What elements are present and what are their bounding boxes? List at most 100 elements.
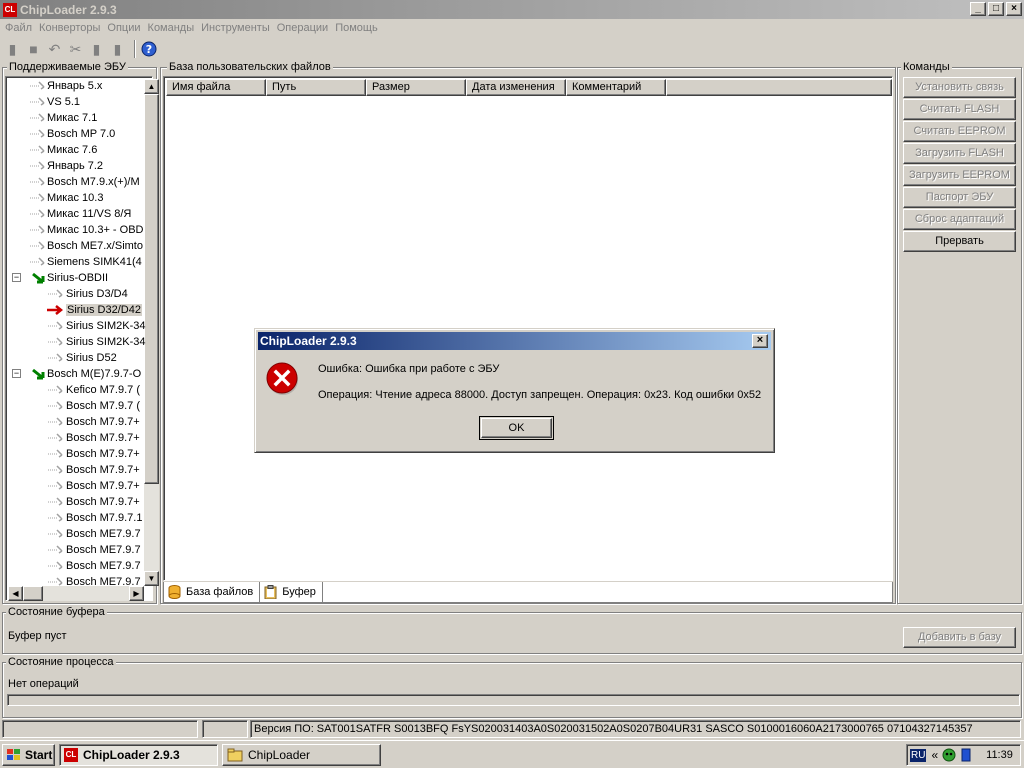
tree-item[interactable]: Bosch ME7.9.7	[66, 574, 141, 590]
folder-icon	[227, 748, 243, 762]
tree-item[interactable]: Январь 5.x	[47, 78, 102, 94]
paste-icon[interactable]: ▮	[109, 41, 126, 58]
tree-item[interactable]: Bosch M7.9.7.1	[66, 510, 142, 526]
scroll-up-button[interactable]: ▲	[144, 79, 159, 94]
dialog-close-button[interactable]: ×	[752, 334, 768, 348]
tab-file-db[interactable]: База файлов	[164, 582, 261, 602]
tree-item[interactable]: Bosch M7.9.7+	[66, 430, 140, 446]
write-flash-button[interactable]: Загрузить FLASH	[903, 143, 1016, 164]
tree-item[interactable]: Sirius SIM2K-34	[66, 334, 145, 350]
minimize-button[interactable]: _	[970, 2, 986, 16]
tree-item[interactable]: Bosch M7.9.7+	[66, 446, 140, 462]
tree-item[interactable]: Микас 7.1	[47, 110, 97, 126]
menu-tools[interactable]: Инструменты	[198, 22, 273, 34]
tree-item[interactable]: Bosch MP 7.0	[47, 126, 115, 142]
task-chiploader[interactable]: ChipLoader	[222, 744, 381, 766]
tree-item[interactable]: Siemens SIMK41(4	[47, 254, 142, 270]
write-eeprom-button[interactable]: Загрузить EEPROM	[903, 165, 1016, 186]
tree-item[interactable]: Bosch M7.9.7 (	[66, 398, 140, 414]
read-flash-button[interactable]: Считать FLASH	[903, 99, 1016, 120]
tree-item[interactable]: Январь 7.2	[47, 158, 103, 174]
tree-item[interactable]: Микас 10.3+ - OBD	[47, 222, 143, 238]
tree-item[interactable]: Микас 11/VS 8/Я	[47, 206, 131, 222]
cut-icon[interactable]: ✂	[67, 41, 84, 58]
help-icon[interactable]: ?	[140, 41, 157, 58]
dialog-title-bar[interactable]: ChipLoader 2.9.3 ×	[258, 332, 771, 350]
tree-item[interactable]: Микас 10.3	[47, 190, 103, 206]
tree-item[interactable]: Bosch M7.9.7+	[66, 462, 140, 478]
tray-expand-icon[interactable]: «	[931, 748, 938, 762]
scroll-left-button[interactable]: ◀	[8, 586, 23, 601]
column-size[interactable]: Размер	[366, 79, 466, 96]
tree-item-label: Bosch ME7.9.7	[66, 544, 141, 556]
tree-item[interactable]: Sirius D32/D42	[66, 302, 142, 318]
tree-vertical-scrollbar[interactable]: ▲ ▼	[144, 79, 159, 586]
device-icon[interactable]	[960, 747, 972, 763]
tree-item[interactable]: Sirius D52	[66, 350, 117, 366]
commands-label: Команды	[901, 61, 952, 73]
tree-item-label: Bosch M7.9.7+	[66, 464, 140, 476]
add-to-db-button[interactable]: Добавить в базу	[903, 627, 1016, 648]
tree-item[interactable]: Sirius SIM2K-34	[66, 318, 145, 334]
menu-options[interactable]: Опции	[104, 22, 143, 34]
ecu-node-icon	[48, 417, 63, 426]
read-eeprom-button[interactable]: Считать EEPROM	[903, 121, 1016, 142]
tree-item[interactable]: Sirius-OBDII	[47, 270, 108, 286]
scroll-thumb[interactable]	[144, 94, 159, 484]
ecu-tree[interactable]: ▲ ▼ ◀ ▶ Январь 5.x VS 5.1 Микас 7.1 Bosch M…	[5, 76, 159, 601]
undo-icon[interactable]: ↶	[46, 41, 63, 58]
start-button[interactable]: Start	[2, 744, 55, 766]
tree-item-label: Bosch M7.9.7 (	[66, 400, 140, 412]
tab-buffer[interactable]: Буфер	[260, 582, 323, 602]
column-comment[interactable]: Комментарий	[566, 79, 666, 96]
menu-converters[interactable]: Конверторы	[36, 22, 103, 34]
hscroll-thumb[interactable]	[23, 586, 43, 601]
task-chiploader-main[interactable]: CL ChipLoader 2.9.3	[59, 744, 218, 766]
column-path[interactable]: Путь	[266, 79, 366, 96]
tree-item[interactable]: Bosch M7.9.7+	[66, 494, 140, 510]
selected-arrow-icon	[47, 305, 64, 315]
save-icon[interactable]: ■	[25, 41, 42, 58]
column-filename[interactable]: Имя файла	[166, 79, 266, 96]
buffer-state-label: Состояние буфера	[6, 606, 107, 618]
tree-collapse-icon[interactable]: −	[12, 369, 21, 378]
menu-file[interactable]: Файл	[2, 22, 35, 34]
ecu-node-icon	[48, 353, 63, 362]
process-state-label: Состояние процесса	[6, 656, 116, 668]
copy-icon[interactable]: ▮	[88, 41, 105, 58]
tree-item[interactable]: Bosch ME7.9.7	[66, 542, 141, 558]
column-modified-date[interactable]: Дата изменения	[466, 79, 566, 96]
tree-item[interactable]: Микас 7.6	[47, 142, 97, 158]
windows-logo-icon	[7, 749, 20, 760]
antivirus-icon[interactable]	[941, 747, 957, 763]
tree-item[interactable]: Bosch ME7.9.7	[66, 558, 141, 574]
tree-item[interactable]: Bosch M(E)7.9.7-O	[47, 366, 141, 382]
tree-item[interactable]: VS 5.1	[47, 94, 80, 110]
menu-operations[interactable]: Операции	[274, 22, 331, 34]
maximize-button[interactable]: □	[988, 2, 1004, 16]
tree-item[interactable]: Sirius D3/D4	[66, 286, 128, 302]
ok-button[interactable]: OK	[479, 416, 554, 440]
tree-item-label: Bosch ME7.x/Simto	[47, 240, 143, 252]
new-file-icon[interactable]: ▮	[4, 41, 21, 58]
tree-item[interactable]: Kefico M7.9.7 (	[66, 382, 140, 398]
scroll-down-button[interactable]: ▼	[144, 571, 159, 586]
menu-commands[interactable]: Команды	[145, 22, 198, 34]
ecu-passport-button[interactable]: Паспорт ЭБУ	[903, 187, 1016, 208]
taskbar: Start CL ChipLoader 2.9.3 ChipLoader RU …	[0, 740, 1024, 768]
main-title-bar[interactable]: CL ChipLoader 2.9.3 _ □ ×	[0, 0, 1024, 19]
menu-help[interactable]: Помощь	[332, 22, 381, 34]
tree-item[interactable]: Bosch M7.9.x(+)/M	[47, 174, 140, 190]
tree-item[interactable]: Bosch ME7.9.7	[66, 526, 141, 542]
abort-button[interactable]: Прервать	[903, 231, 1016, 252]
ecu-node-icon	[30, 145, 45, 154]
tree-item[interactable]: Bosch ME7.x/Simto	[47, 238, 143, 254]
tree-item[interactable]: Bosch M7.9.7+	[66, 478, 140, 494]
connect-button[interactable]: Установить связь	[903, 77, 1016, 98]
close-button[interactable]: ×	[1006, 2, 1022, 16]
language-indicator[interactable]: RU	[910, 748, 927, 762]
reset-adaptations-button[interactable]: Сброс адаптаций	[903, 209, 1016, 230]
tree-item-label: Sirius D32/D42	[66, 304, 142, 316]
tree-collapse-icon[interactable]: −	[12, 273, 21, 282]
tree-item[interactable]: Bosch M7.9.7+	[66, 414, 140, 430]
